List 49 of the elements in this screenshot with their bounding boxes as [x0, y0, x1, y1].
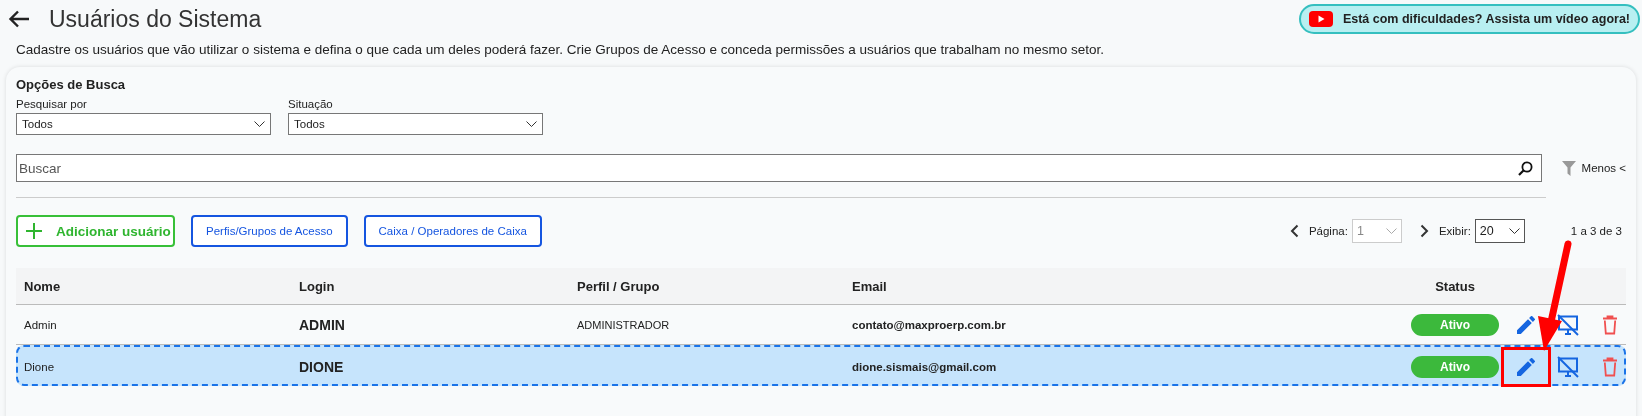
table-cell-text: dione.sismais@gmail.com [852, 361, 998, 373]
per-page-dropdown[interactable]: 20 [1474, 219, 1525, 243]
page-description: Cadastre os usuários que vão utilizar o sistema e defina o que cada um deles poderá fazer. Crie Grupos de Acesso e conceda permissões a usuários que trabalham no mesmo setor. [16, 42, 1106, 57]
edit-button[interactable] [1501, 347, 1551, 387]
column-header: Email [852, 278, 888, 294]
chevron-down-icon [254, 120, 265, 128]
filter-dropdown[interactable]: Todos [288, 113, 543, 135]
filter-label: Situação [288, 98, 334, 110]
table-row[interactable]: Dione DIONE dione.sismais@gmail.com Ativo [16, 345, 1626, 386]
column-header: Login [299, 278, 336, 294]
table-cell-text: Admin [24, 318, 58, 331]
back-arrow-icon[interactable] [8, 10, 30, 28]
table-cell-text: Dione [24, 361, 56, 373]
status-badge: Ativo [1411, 313, 1499, 336]
action-button[interactable]: Perfis/Grupos de Acesso [191, 215, 348, 247]
pencil-icon [1517, 315, 1535, 334]
status-badge: Ativo [1411, 356, 1499, 378]
column-header: Status [1434, 278, 1476, 294]
pencil-icon [1517, 358, 1535, 376]
column-header: Nome [24, 278, 62, 294]
table-cell-text: DIONE [299, 359, 345, 375]
play-icon [1308, 11, 1333, 27]
plus-icon [26, 223, 42, 239]
previous-page-icon[interactable] [1289, 224, 1299, 238]
table-cell-text: ADMINISTRADOR [577, 318, 671, 331]
trash-icon [1602, 314, 1618, 335]
result-range: 1 a 3 de 3 [1570, 225, 1622, 237]
show-label: Exibir: [1438, 225, 1471, 237]
monitor-off-icon [1556, 313, 1580, 336]
action-button[interactable]: Caixa / Operadores de Caixa [363, 215, 542, 247]
table-cell-text: contato@maxproerp.com.br [852, 318, 1007, 331]
page-title: Usuários do Sistema [49, 5, 262, 33]
trash-icon [1602, 357, 1618, 377]
table-cell-text: ADMIN [299, 316, 346, 333]
chevron-down-icon [526, 120, 537, 128]
section-title: Opções de Busca [16, 77, 127, 92]
chevron-down-icon [1385, 227, 1397, 235]
column-header: Perfil / Grupo [577, 278, 661, 294]
help-video-button[interactable]: Está com dificuldades? Assista um vídeo agora! [1298, 4, 1640, 34]
next-page-icon[interactable] [1419, 224, 1429, 238]
filter-dropdown[interactable]: Todos [16, 113, 271, 135]
page-label: Página: [1308, 225, 1348, 237]
toggle-filters-button[interactable]: Menos < [1561, 160, 1626, 176]
monitor-off-icon [1556, 356, 1580, 378]
chevron-down-icon [1508, 227, 1520, 235]
search-icon [1517, 161, 1533, 176]
search-field[interactable]: Buscar [16, 154, 1542, 182]
filter-label: Pesquisar por [16, 98, 88, 110]
filter-icon [1561, 160, 1576, 176]
